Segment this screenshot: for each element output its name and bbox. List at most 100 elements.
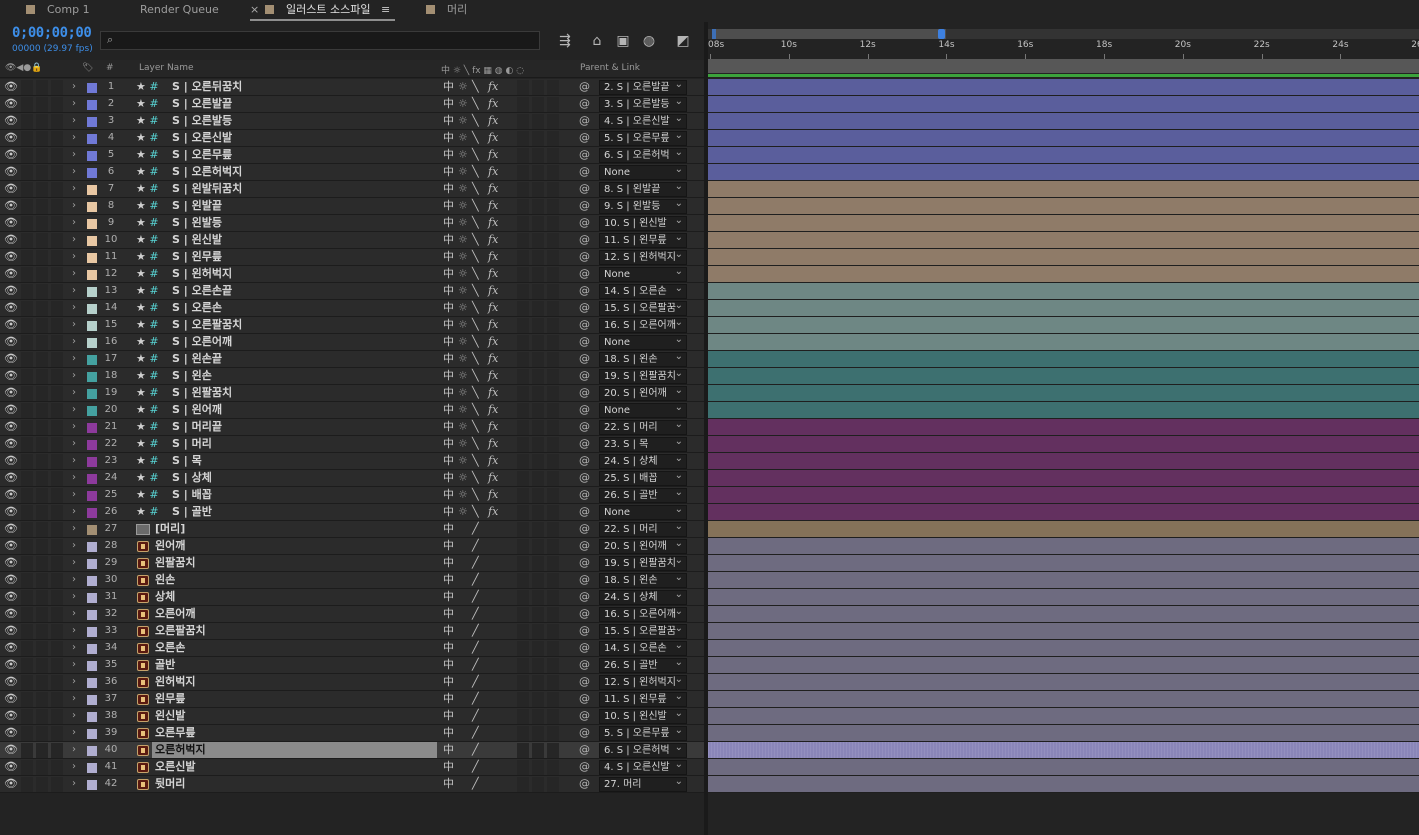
lock-toggle[interactable] xyxy=(51,165,63,180)
lock-toggle[interactable] xyxy=(51,369,63,384)
shy-switch-icon[interactable]: 中 xyxy=(443,487,454,503)
expand-chevron-icon[interactable]: › xyxy=(72,674,80,690)
frame-blend-switch[interactable] xyxy=(517,284,529,299)
layer-row[interactable]: 👁 › 5 ★ # S | 오른무릎 中 ☼ ╲ fx @6. S | 오른허벅 xyxy=(0,147,707,164)
layer-duration-bar[interactable] xyxy=(708,640,1419,657)
quality-switch-icon[interactable]: ╱ xyxy=(472,691,479,707)
shy-switch-icon[interactable]: 中 xyxy=(443,402,454,418)
label-color-swatch[interactable] xyxy=(87,457,97,467)
expand-chevron-icon[interactable]: › xyxy=(72,300,80,316)
visibility-eye-icon[interactable]: 👁 xyxy=(4,742,18,758)
quality-switch-icon[interactable]: ╱ xyxy=(472,538,479,554)
adjustment-switch[interactable] xyxy=(547,199,559,214)
motion-blur-switch[interactable] xyxy=(532,216,544,231)
adjustment-switch[interactable] xyxy=(547,131,559,146)
expand-chevron-icon[interactable]: › xyxy=(72,113,80,129)
shy-switch-icon[interactable]: 中 xyxy=(443,521,454,537)
parent-dropdown[interactable]: None xyxy=(599,267,687,282)
layer-row[interactable]: 👁 › 39 오른무릎 中 ╱ @5. S | 오른무릎 xyxy=(0,725,707,742)
parent-dropdown[interactable]: 20. S | 왼어깨 xyxy=(599,539,687,554)
adjustment-switch[interactable] xyxy=(547,437,559,452)
layer-row[interactable]: 👁 › 15 ★ # S | 오른팔꿈치 中 ☼ ╲ fx @16. S | 오른어깨 xyxy=(0,317,707,334)
audio-toggle[interactable] xyxy=(21,284,33,299)
label-color-swatch[interactable] xyxy=(87,304,97,314)
parent-dropdown[interactable]: 12. S | 왼허벅지 xyxy=(599,250,687,265)
layer-duration-bar[interactable] xyxy=(708,453,1419,470)
visibility-eye-icon[interactable]: 👁 xyxy=(4,504,18,520)
adjustment-switch[interactable] xyxy=(547,369,559,384)
audio-toggle[interactable] xyxy=(21,522,33,537)
lock-toggle[interactable] xyxy=(51,573,63,588)
layer-duration-bar[interactable] xyxy=(708,385,1419,402)
layer-name[interactable]: S | 왼발등 xyxy=(172,215,434,231)
layer-row[interactable]: 👁 › 30 왼손 中 ╱ @18. S | 왼손 xyxy=(0,572,707,589)
lock-toggle[interactable] xyxy=(51,590,63,605)
shy-switch-icon[interactable]: 中 xyxy=(443,470,454,486)
visibility-eye-icon[interactable]: 👁 xyxy=(4,113,18,129)
solo-toggle[interactable] xyxy=(36,182,48,197)
expand-chevron-icon[interactable]: › xyxy=(72,759,80,775)
layer-row[interactable]: 👁 › 25 ★ # S | 배꼽 中 ☼ ╲ fx @26. S | 골반 xyxy=(0,487,707,504)
layer-duration-bar[interactable] xyxy=(708,708,1419,725)
shy-switch-icon[interactable]: 中 xyxy=(443,181,454,197)
visibility-eye-icon[interactable]: 👁 xyxy=(4,215,18,231)
frame-blend-switch[interactable] xyxy=(517,335,529,350)
time-navigator-start-handle[interactable] xyxy=(712,29,716,39)
solo-toggle[interactable] xyxy=(36,267,48,282)
collapse-switch-icon[interactable]: ☼ xyxy=(458,79,468,95)
parent-dropdown[interactable]: 19. S | 왼팔꿈치 xyxy=(599,556,687,571)
layer-name[interactable]: 왼팔꿈치 xyxy=(155,555,417,571)
quality-switch-icon[interactable]: ╲ xyxy=(472,96,479,112)
label-color-swatch[interactable] xyxy=(87,440,97,450)
pickwhip-icon[interactable]: @ xyxy=(579,453,590,469)
parent-dropdown[interactable]: 10. S | 왼신발 xyxy=(599,216,687,231)
motion-blur-switch[interactable] xyxy=(532,692,544,707)
quality-switch-icon[interactable]: ╱ xyxy=(472,708,479,724)
layer-row[interactable]: 👁 › 23 ★ # S | 목 中 ☼ ╲ fx @24. S | 상체 xyxy=(0,453,707,470)
solo-toggle[interactable] xyxy=(36,777,48,792)
frame-blend-switch[interactable] xyxy=(517,437,529,452)
pickwhip-icon[interactable]: @ xyxy=(579,487,590,503)
expand-chevron-icon[interactable]: › xyxy=(72,96,80,112)
layer-row[interactable]: 👁 › 3 ★ # S | 오른발등 中 ☼ ╲ fx @4. S | 오른신발 xyxy=(0,113,707,130)
label-color-swatch[interactable] xyxy=(87,678,97,688)
visibility-eye-icon[interactable]: 👁 xyxy=(4,453,18,469)
lock-toggle[interactable] xyxy=(51,692,63,707)
quality-switch-icon[interactable]: ╲ xyxy=(472,368,479,384)
collapse-switch-icon[interactable]: ☼ xyxy=(458,351,468,367)
expand-chevron-icon[interactable]: › xyxy=(72,402,80,418)
quality-switch-icon[interactable]: ╲ xyxy=(472,487,479,503)
pickwhip-icon[interactable]: @ xyxy=(579,215,590,231)
lock-toggle[interactable] xyxy=(51,352,63,367)
adjustment-switch[interactable] xyxy=(547,80,559,95)
audio-toggle[interactable] xyxy=(21,352,33,367)
layer-row[interactable]: 👁 › 24 ★ # S | 상체 中 ☼ ╲ fx @25. S | 배꼽 xyxy=(0,470,707,487)
pickwhip-icon[interactable]: @ xyxy=(579,368,590,384)
solo-toggle[interactable] xyxy=(36,335,48,350)
collapse-switch-icon[interactable]: ☼ xyxy=(458,368,468,384)
parent-dropdown[interactable]: 24. S | 상체 xyxy=(599,454,687,469)
collapse-switch-icon[interactable]: ☼ xyxy=(458,130,468,146)
solo-toggle[interactable] xyxy=(36,352,48,367)
effects-switch-icon[interactable]: fx xyxy=(488,198,498,214)
motion-blur-switch[interactable] xyxy=(532,590,544,605)
layer-row[interactable]: 👁 › 2 ★ # S | 오른발끝 中 ☼ ╲ fx @3. S | 오른발등 xyxy=(0,96,707,113)
layer-name[interactable]: S | 왼손 xyxy=(172,368,434,384)
switches-header[interactable]: 中 ☼ ╲ fx ▦ ◍ ◐ ◌ xyxy=(441,63,524,76)
visibility-eye-icon[interactable]: 👁 xyxy=(4,657,18,673)
visibility-eye-icon[interactable]: 👁 xyxy=(4,283,18,299)
label-color-swatch[interactable] xyxy=(87,423,97,433)
collapse-switch-icon[interactable]: ☼ xyxy=(458,198,468,214)
frame-blend-switch[interactable] xyxy=(517,97,529,112)
pickwhip-icon[interactable]: @ xyxy=(579,674,590,690)
adjustment-switch[interactable] xyxy=(547,114,559,129)
audio-toggle[interactable] xyxy=(21,777,33,792)
solo-toggle[interactable] xyxy=(36,250,48,265)
lock-toggle[interactable] xyxy=(51,250,63,265)
layer-name[interactable]: S | 오른발등 xyxy=(172,113,434,129)
layer-duration-bar[interactable] xyxy=(708,147,1419,164)
quality-switch-icon[interactable]: ╲ xyxy=(472,351,479,367)
parent-dropdown[interactable]: 6. S | 오른허벅 xyxy=(599,743,687,758)
lock-toggle[interactable] xyxy=(51,216,63,231)
visibility-eye-icon[interactable]: 👁 xyxy=(4,147,18,163)
